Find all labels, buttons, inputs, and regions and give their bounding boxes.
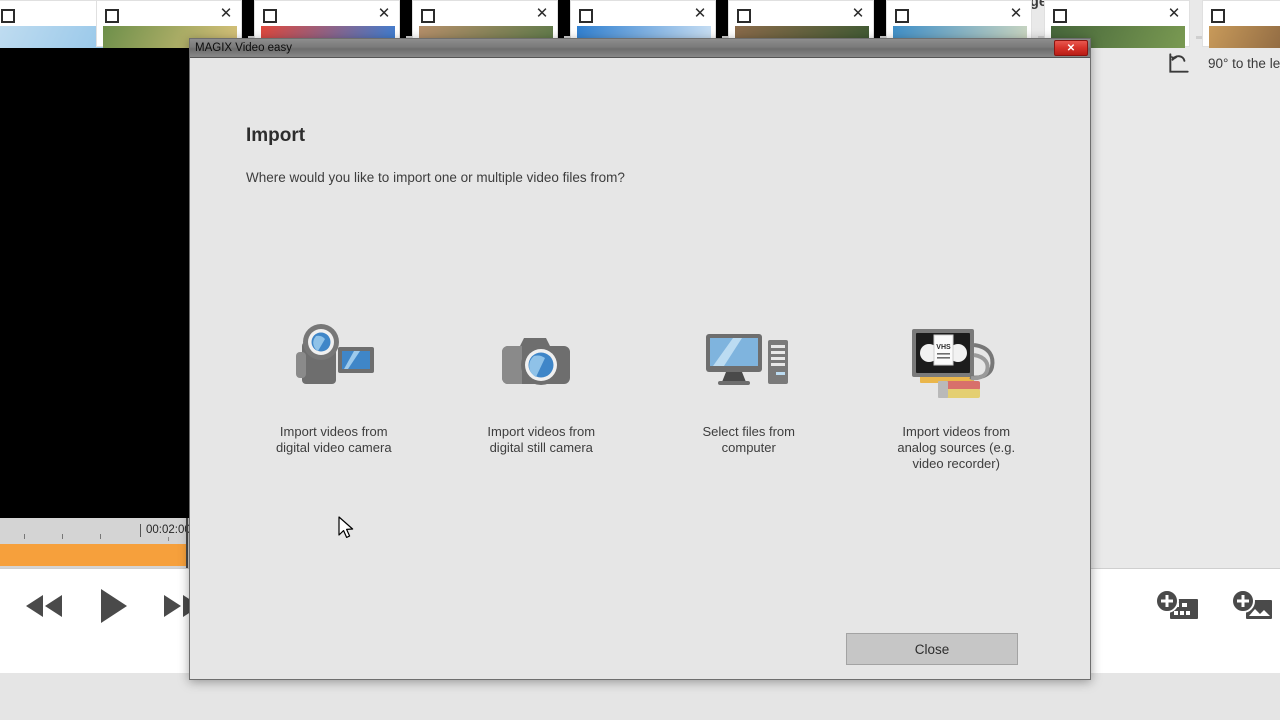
import-dialog: MAGIX Video easy ✕ Import Where would yo… (189, 38, 1091, 680)
filmstrip-item-remove-icon[interactable]: ✕ (534, 6, 550, 22)
add-video-icon (1154, 589, 1200, 629)
rotate-left-icon (1166, 50, 1192, 76)
timeline-tick (62, 534, 63, 539)
rewind-icon (22, 595, 66, 623)
import-option-label: Import videos from digital video camera (275, 424, 392, 455)
page-subtitle: Where would you like to import one or mu… (246, 170, 625, 185)
filmstrip-item-checkbox[interactable] (737, 9, 751, 23)
filmstrip-item-checkbox[interactable] (1, 9, 15, 23)
tool-label-rotate-left: 90° to the left (1208, 55, 1280, 71)
svg-text:VHS: VHS (937, 344, 952, 351)
dialog-body: Import Where would you like to import on… (190, 58, 1090, 679)
photo-camera-icon (498, 308, 584, 412)
filmstrip-item-remove-icon[interactable]: ✕ (692, 6, 708, 22)
filmstrip-item-remove-icon[interactable]: ✕ (218, 6, 234, 22)
timeline-major-tick (140, 524, 141, 537)
import-option-digital-video-camera[interactable]: Import videos from digital video camera (239, 308, 429, 456)
filmstrip (0, 673, 1280, 720)
add-photo-button[interactable] (1226, 584, 1280, 630)
filmstrip-item-checkbox[interactable] (1053, 9, 1067, 23)
filmstrip-item-thumbnail (1209, 26, 1280, 48)
add-video-button[interactable] (1150, 584, 1204, 630)
filmstrip-item-checkbox[interactable] (421, 9, 435, 23)
filmstrip-item-checkbox[interactable] (895, 9, 909, 23)
filmstrip-item-remove-icon[interactable]: ✕ (1166, 6, 1182, 22)
import-option-label: Select files from computer (702, 424, 795, 455)
rewind-button[interactable] (18, 588, 70, 624)
timeline-tick (24, 534, 25, 539)
import-option-analog-sources[interactable]: VHS Import videos from analog sources (e… (861, 308, 1051, 472)
filmstrip-item-checkbox[interactable] (579, 9, 593, 23)
timeline-tick (100, 534, 101, 539)
camcorder-icon (288, 308, 380, 412)
vhs-cassette-icon: VHS (906, 308, 1006, 412)
import-option-computer[interactable]: Select files from computer (654, 308, 844, 456)
timeline-timecode: 00:02:00 (146, 524, 191, 536)
filmstrip-item-remove-icon[interactable]: ✕ (850, 6, 866, 22)
timeline-playhead[interactable] (186, 518, 188, 568)
dialog-titlebar[interactable]: MAGIX Video easy ✕ (190, 39, 1090, 58)
filmstrip-item-remove-icon[interactable]: ✕ (376, 6, 392, 22)
page-title: Import (246, 125, 306, 146)
close-button[interactable]: Close (846, 633, 1018, 665)
add-photo-icon (1230, 589, 1276, 629)
filmstrip-item-checkbox[interactable] (105, 9, 119, 23)
timeline-tick (168, 537, 169, 541)
timeline-clip[interactable] (0, 544, 186, 566)
import-options: Import videos from digital video camera (230, 308, 1060, 472)
transport-controls (18, 583, 208, 629)
dialog-title: MAGIX Video easy (195, 42, 292, 54)
play-button[interactable] (92, 583, 134, 629)
filmstrip-item-checkbox[interactable] (1211, 9, 1225, 23)
import-option-label: Import videos from analog sources (e.g. … (897, 424, 1016, 471)
play-icon (96, 589, 130, 628)
import-option-digital-still-camera[interactable]: Import videos from digital still camera (446, 308, 636, 456)
filmstrip-item[interactable] (1202, 0, 1280, 48)
close-icon[interactable]: ✕ (1054, 40, 1088, 56)
filmstrip-item-remove-icon[interactable]: ✕ (1008, 6, 1024, 22)
filmstrip-item-checkbox[interactable] (263, 9, 277, 23)
tool-row-rotate-left[interactable]: 90° to the left (1166, 50, 1280, 76)
media-add-actions (1150, 584, 1280, 630)
import-option-label: Import videos from digital still camera (487, 424, 596, 455)
desktop-computer-icon (704, 308, 794, 412)
screen: Image stabilization Execute 90° to the l… (0, 0, 1280, 720)
